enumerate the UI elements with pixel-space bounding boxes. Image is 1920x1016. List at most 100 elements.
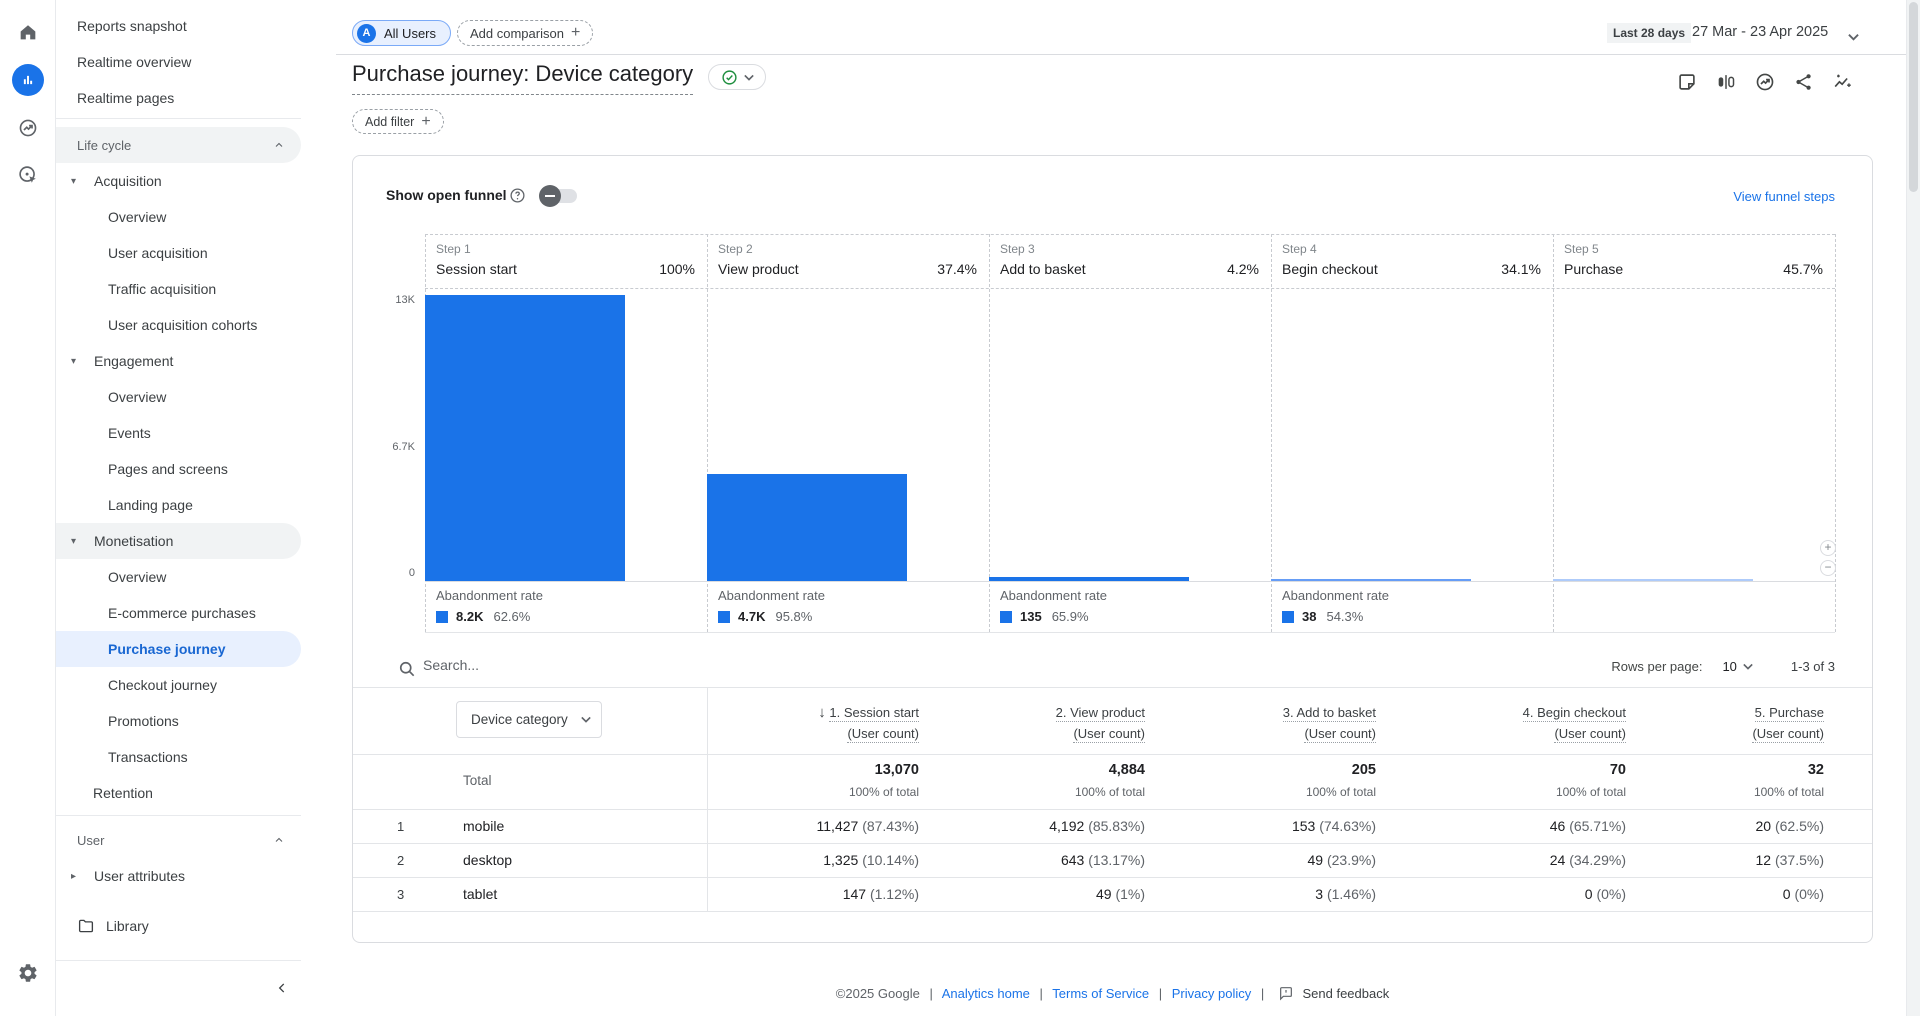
all-users-segment-chip[interactable]: A All Users [352,20,452,46]
settings-gear-icon[interactable] [17,962,39,984]
scrollbar-thumb[interactable] [1909,2,1918,192]
add-filter-button[interactable]: Add filter + [352,109,444,134]
column-header-purchase[interactable]: 5. Purchase (User count) [1752,702,1824,744]
cell-value: 153 [1291,818,1316,834]
advertising-icon[interactable] [17,164,39,186]
sidebar-item-pages-and-screens[interactable]: Pages and screens [56,451,301,487]
sidebar-item-reports-snapshot[interactable]: Reports snapshot [56,8,301,44]
abandonment-cell: Abandonment rate 4.7K 95.8% [707,588,989,624]
sidebar-item-traffic-acquisition[interactable]: Traffic acquisition [56,271,301,307]
row-number: 1 [397,819,405,834]
section-header-user[interactable]: User [56,822,301,858]
explore-icon[interactable] [17,117,39,139]
sidebar-item-checkout-journey[interactable]: Checkout journey [56,667,301,703]
search-input[interactable] [423,657,1223,673]
page-scrollbar[interactable] [1906,0,1920,1016]
rows-per-page-label: Rows per page: [1611,659,1703,674]
sidebar-group-monetisation[interactable]: ▾ Monetisation [56,523,301,559]
view-funnel-steps-link[interactable]: View funnel steps [1733,189,1835,204]
terms-of-service-link[interactable]: Terms of Service [1052,986,1149,1001]
explore-report-icon[interactable] [1754,71,1776,93]
sidebar-group-engagement[interactable]: ▾ Engagement [56,343,301,379]
sidebar-item-events[interactable]: Events [56,415,301,451]
legend-swatch [436,610,448,623]
caret-down-icon[interactable] [1848,28,1859,46]
total-share: 100% of total [1074,785,1145,799]
purchase-journey-report-card: Show open funnel View funnel steps Step … [352,155,1873,943]
column-header-begin-checkout[interactable]: 4. Begin checkout (User count) [1522,702,1626,744]
analytics-home-link[interactable]: Analytics home [942,986,1030,1001]
page-title[interactable]: Purchase journey: Device category [352,61,694,95]
sidebar-item-user-acquisition[interactable]: User acquisition [56,235,301,271]
legend-swatch [1282,610,1294,623]
sidebar-item-monetisation-overview[interactable]: Overview [56,559,301,595]
sidebar-item-purchase-journey[interactable]: Purchase journey [56,631,301,667]
home-icon[interactable] [17,21,39,43]
cell-value: 11,427 [816,818,859,834]
funnel-step-header: Step 4 Begin checkout 34.1% [1271,238,1553,286]
item-label: User acquisition [108,245,208,261]
cell-value: 49 [1095,886,1112,902]
column-header-session-start[interactable]: ↓ 1. Session start (User count) [818,702,919,744]
reports-nav-active[interactable] [12,64,44,96]
funnel-step-header: Step 2 View product 37.4% [707,238,989,286]
total-share: 100% of total [1753,785,1824,799]
step-name: Session start [436,261,517,277]
funnel-grid-line [1835,234,1836,632]
sidebar-item-retention[interactable]: Retention [56,775,301,811]
sidebar-item-acquisition-overview[interactable]: Overview [56,199,301,235]
sidebar-item-transactions[interactable]: Transactions [56,739,301,775]
segment-label: All Users [384,25,437,41]
column-header-view-product[interactable]: 2. View product (User count) [1055,702,1145,744]
sidebar-collapse-button[interactable] [268,974,296,1002]
step-number: Step 2 [718,242,753,256]
dimension-selector[interactable]: Device category [456,701,602,738]
total-share: 100% of total [848,785,919,799]
share-icon[interactable] [1793,71,1815,93]
privacy-policy-link[interactable]: Privacy policy [1172,986,1251,1001]
add-comparison-button[interactable]: Add comparison + [457,20,594,46]
edit-comparisons-icon[interactable] [1715,71,1737,93]
sidebar-item-realtime-overview[interactable]: Realtime overview [56,44,301,80]
column-header-add-to-basket[interactable]: 3. Add to basket (User count) [1282,702,1376,744]
y-axis-tick: 6.7K [392,441,415,453]
item-label: Events [108,425,151,441]
abandonment-rate: 54.3% [1326,609,1364,624]
add-note-icon[interactable] [1676,71,1698,93]
show-open-funnel-toggle[interactable] [539,185,577,207]
chart-zoom-in-button[interactable]: + [1820,540,1836,556]
sidebar-item-ecommerce-purchases[interactable]: E-commerce purchases [56,595,301,631]
sidebar-group-acquisition[interactable]: ▾ Acquisition [56,163,301,199]
insights-icon[interactable] [1832,71,1854,93]
item-label: Realtime overview [77,54,192,70]
chevron-left-icon [278,983,285,993]
sidebar-item-user-acquisition-cohorts[interactable]: User acquisition cohorts [56,307,301,343]
abandonment-cell: Abandonment rate 38 54.3% [1271,588,1553,624]
sidebar-item-library[interactable]: Library [56,908,301,944]
item-label: Purchase journey [108,641,226,657]
caret-down-icon[interactable] [1743,663,1753,670]
row-number: 3 [397,887,405,902]
rows-per-page-value[interactable]: 10 [1722,659,1736,674]
cell-value: 46 [1549,818,1566,834]
sidebar-group-user-attributes[interactable]: ▸ User attributes [56,858,301,894]
send-feedback-link[interactable]: Send feedback [1302,986,1389,1001]
row-dimension: mobile [463,818,505,834]
sidebar-item-landing-page[interactable]: Landing page [56,487,301,523]
sidebar-item-engagement-overview[interactable]: Overview [56,379,301,415]
abandonment-rate: 62.6% [493,609,531,624]
step-completion-rate: 37.4% [937,261,977,277]
column-title: 5. Purchase [1754,705,1824,722]
cell-value: 643 [1060,852,1085,868]
cell-value: 24 [1549,852,1566,868]
abandonment-rate: 65.9% [1051,609,1089,624]
chart-zoom-out-button[interactable]: − [1820,560,1836,576]
sidebar-item-realtime-pages[interactable]: Realtime pages [56,80,301,116]
y-axis-tick: 13K [395,294,415,306]
sidebar-item-promotions[interactable]: Promotions [56,703,301,739]
help-icon[interactable] [509,187,526,204]
item-label: Overview [108,209,167,225]
date-range-picker[interactable]: 27 Mar - 23 Apr 2025 [1692,24,1828,40]
section-header-life-cycle[interactable]: Life cycle [56,127,301,163]
report-status-badge[interactable] [708,64,766,90]
